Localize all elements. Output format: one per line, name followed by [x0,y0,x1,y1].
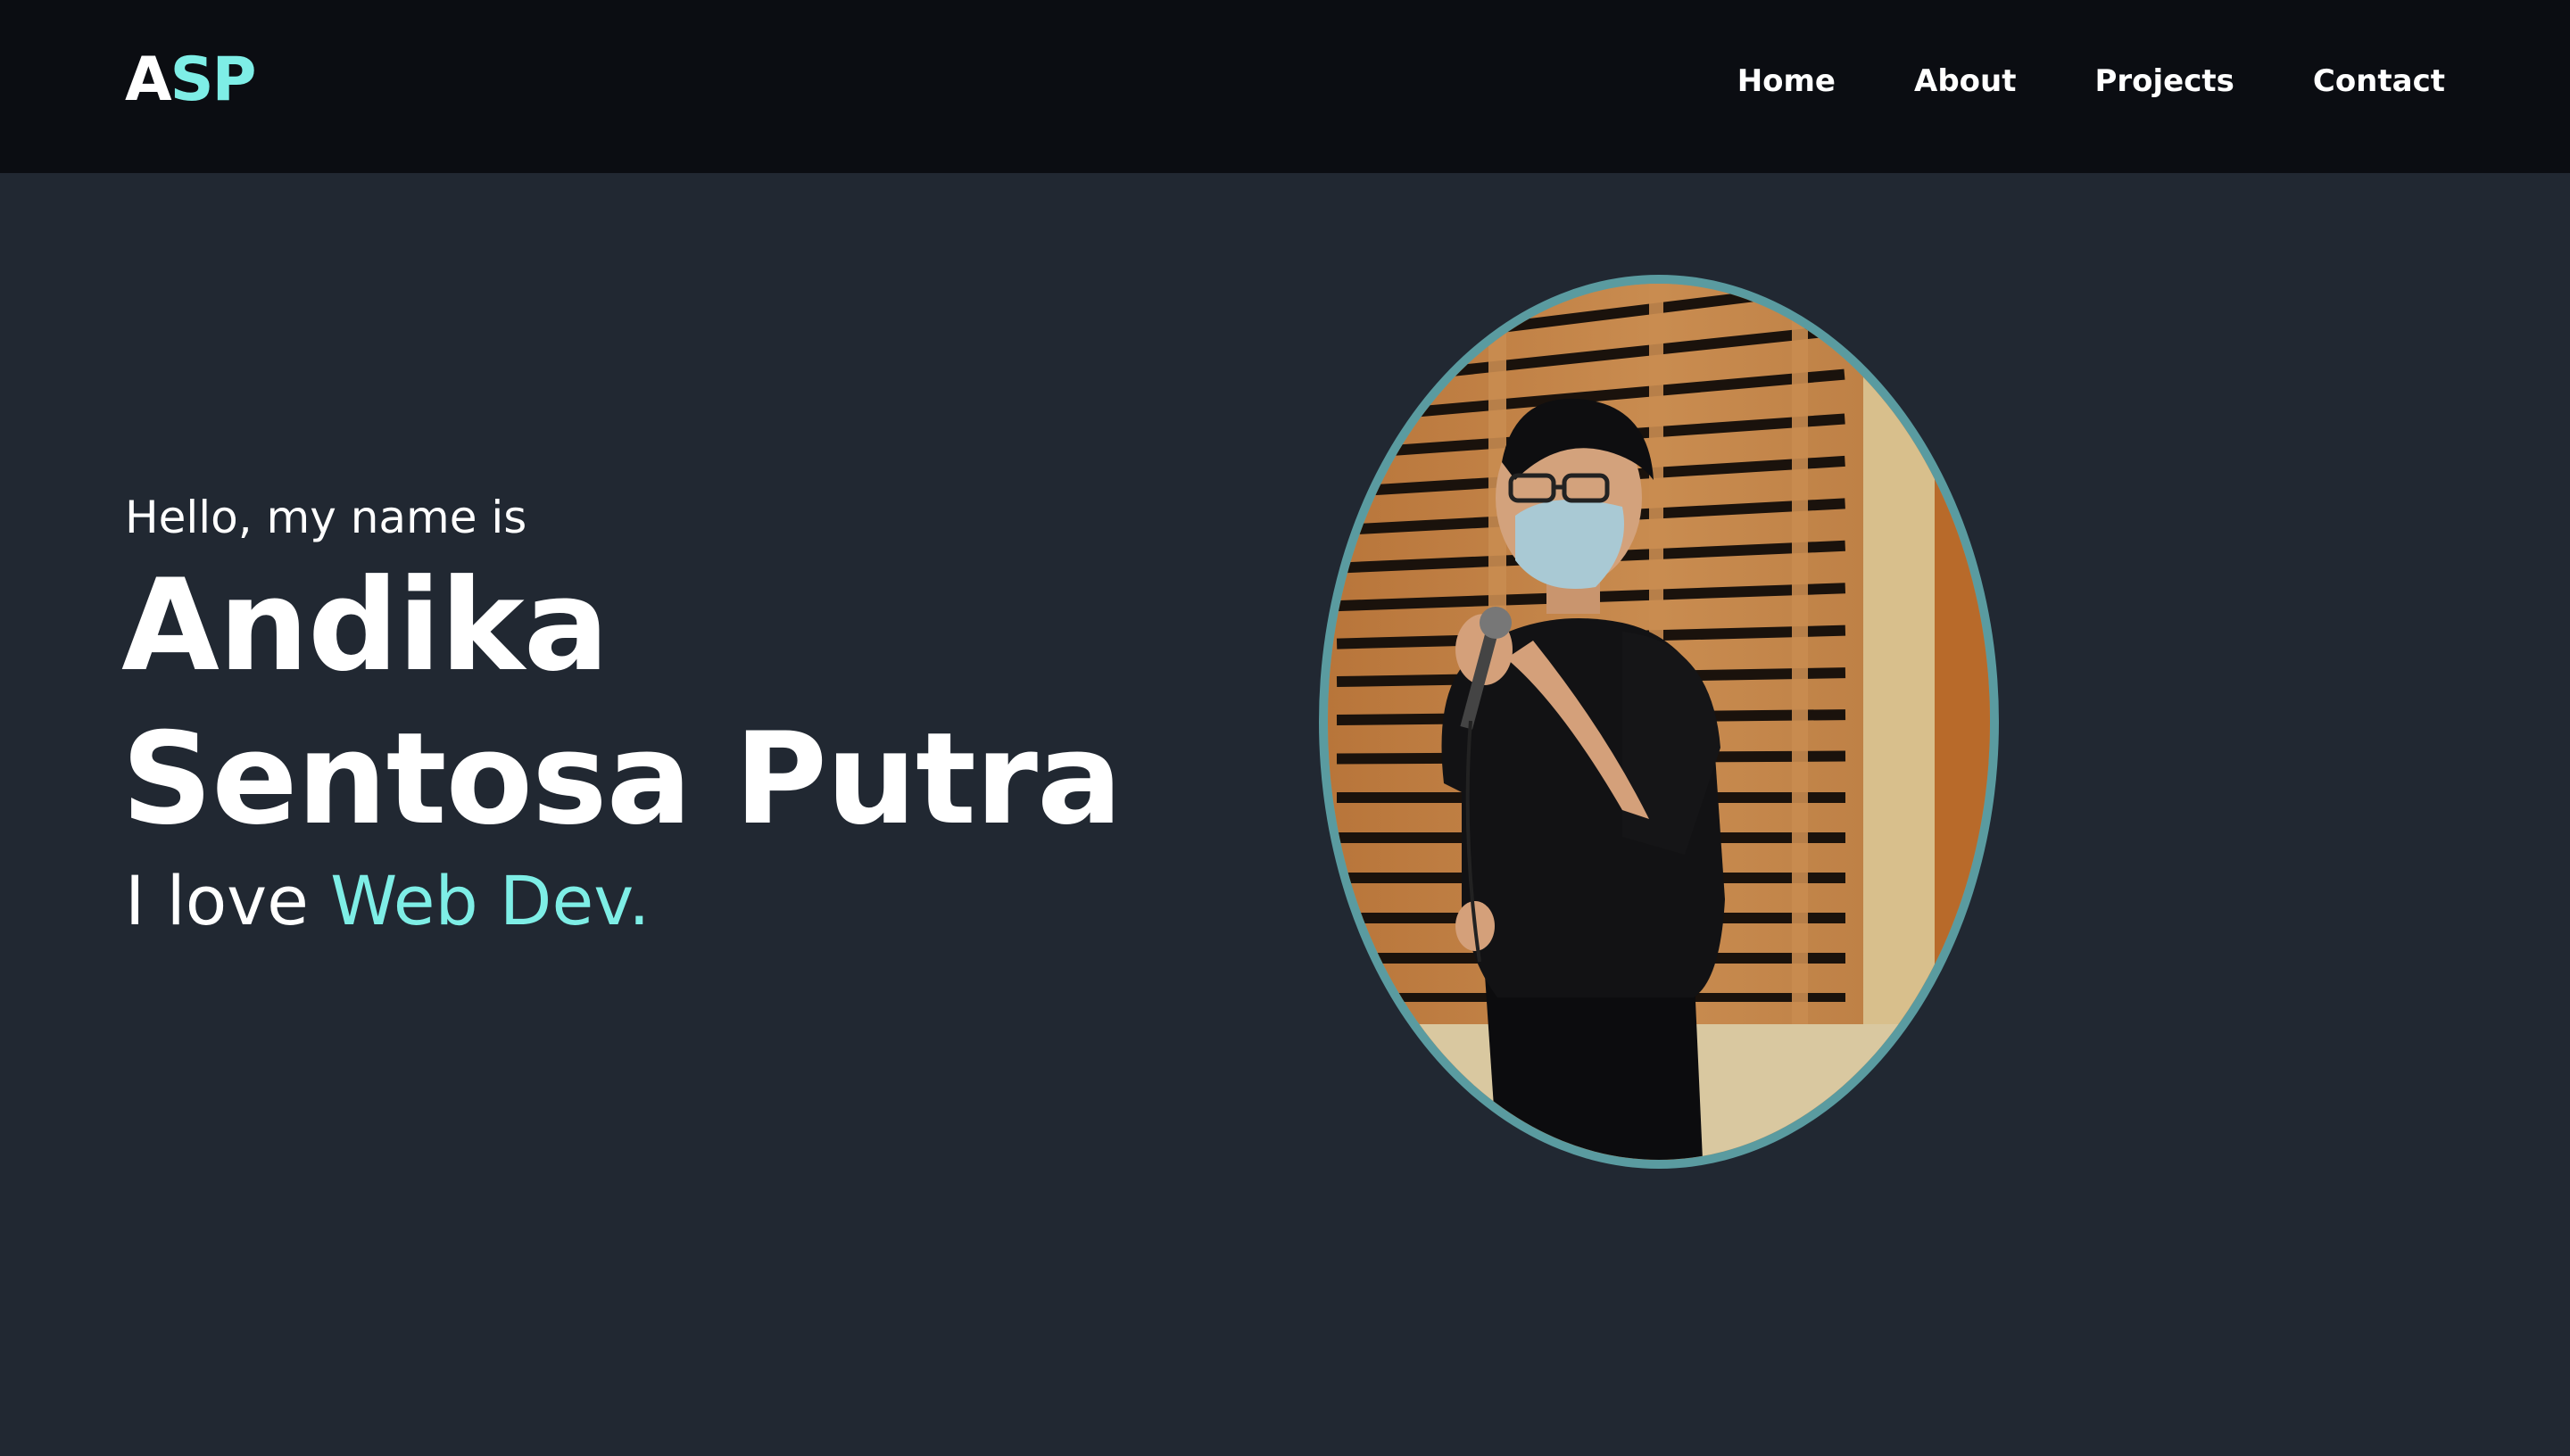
tagline-accent: Web Dev. [330,861,651,940]
hero-greeting: Hello, my name is [125,492,527,543]
navbar: ASP Home About Projects Contact [0,0,2570,173]
nav-menu: Home About Projects Contact [1737,61,2445,102]
nav-link-contact[interactable]: Contact [2313,61,2445,102]
hero-name-line1: Andika [121,552,609,699]
profile-photo [1319,275,1999,1169]
nav-link-projects[interactable]: Projects [2094,61,2234,102]
nav-link-home[interactable]: Home [1737,61,1836,102]
site-logo[interactable]: ASP [125,45,257,116]
tagline-prefix: I love [125,861,331,940]
profile-photo-illustration [1328,284,1990,1160]
logo-letters-sp: SP [170,45,257,115]
hero-tagline: I love Web Dev. [125,860,1192,942]
nav-link-about[interactable]: About [1914,61,2016,102]
hero-name-line2: Sentosa Putra [121,706,1123,853]
logo-letter-a: A [125,45,172,115]
hero-name: Andika Sentosa Putra [121,550,1192,856]
hero-intro: Hello, my name is Andika Sentosa Putra I… [121,489,1192,942]
